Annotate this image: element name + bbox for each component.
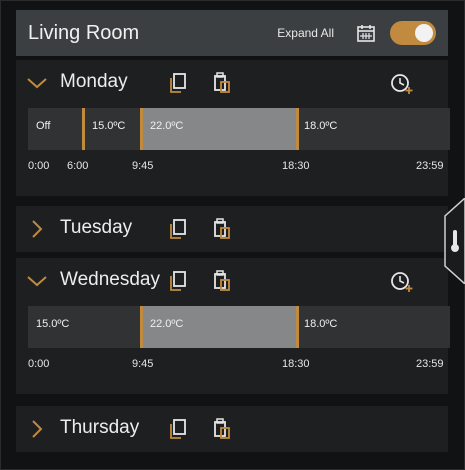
time-tick: 23:59 (416, 358, 444, 370)
schedule-bar[interactable]: Off 15.0ºC 22.0ºC 18.0ºC (28, 108, 450, 150)
segment-label: 22.0ºC (150, 120, 184, 132)
time-tick: 18:30 (282, 358, 310, 370)
segment-label: 18.0ºC (304, 318, 338, 330)
day-name: Thursday (60, 417, 140, 438)
chevron-right-icon[interactable] (26, 420, 48, 438)
day-wednesday: Wednesday 15.0ºC 22.0ºC 18.0ºC 0:00 9:45… (16, 258, 450, 394)
clock-plus-icon[interactable] (390, 271, 414, 293)
segment-label: 18.0ºC (304, 120, 338, 132)
segment-label: 22.0ºC (150, 318, 184, 330)
copy-icon[interactable] (168, 418, 188, 440)
calendar-icon[interactable] (356, 23, 376, 43)
room-header: Living Room Expand All (16, 10, 448, 56)
day-thursday-header[interactable]: Thursday (16, 406, 448, 452)
schedule-marker[interactable] (140, 108, 143, 150)
copy-icon[interactable] (168, 218, 188, 240)
day-wednesday-header[interactable]: Wednesday (16, 258, 448, 304)
segment-label: 15.0ºC (92, 120, 126, 132)
schedule-marker[interactable] (296, 108, 299, 150)
segment-label: Off (36, 120, 51, 132)
expand-all-button[interactable]: Expand All (277, 26, 334, 40)
time-tick: 0:00 (28, 160, 50, 172)
copy-icon[interactable] (168, 270, 188, 292)
chevron-down-icon[interactable] (26, 272, 48, 290)
thermometer-tab[interactable] (433, 198, 465, 284)
chevron-down-icon[interactable] (26, 74, 48, 92)
schedule-marker[interactable] (82, 108, 85, 150)
time-tick: 18:30 (282, 160, 310, 172)
paste-icon[interactable] (212, 218, 232, 240)
day-monday: Monday Off 15.0ºC 22.0ºC 18.0ºC 0:00 6:0… (16, 60, 450, 196)
paste-icon[interactable] (212, 72, 232, 94)
schedule-toggle[interactable] (390, 21, 436, 45)
time-tick: 9:45 (132, 358, 154, 370)
time-tick: 0:00 (28, 358, 50, 370)
day-tuesday-header[interactable]: Tuesday (16, 206, 448, 252)
chevron-right-icon[interactable] (26, 220, 48, 238)
time-tick: 9:45 (132, 160, 154, 172)
schedule-marker[interactable] (296, 306, 299, 348)
room-title: Living Room (28, 21, 140, 44)
schedule-bar[interactable]: 15.0ºC 22.0ºC 18.0ºC (28, 306, 450, 348)
paste-icon[interactable] (212, 418, 232, 440)
day-name: Monday (60, 71, 128, 92)
day-name: Wednesday (60, 269, 160, 290)
day-monday-header[interactable]: Monday (16, 60, 448, 106)
clock-plus-icon[interactable] (390, 73, 414, 95)
time-tick: 23:59 (416, 160, 444, 172)
paste-icon[interactable] (212, 270, 232, 292)
toggle-knob (415, 24, 433, 42)
segment-label: 15.0ºC (36, 318, 70, 330)
day-name: Tuesday (60, 217, 133, 238)
schedule-marker[interactable] (140, 306, 143, 348)
day-tuesday[interactable]: Tuesday (16, 206, 448, 252)
time-tick: 6:00 (67, 160, 89, 172)
copy-icon[interactable] (168, 72, 188, 94)
day-thursday[interactable]: Thursday (16, 406, 448, 452)
